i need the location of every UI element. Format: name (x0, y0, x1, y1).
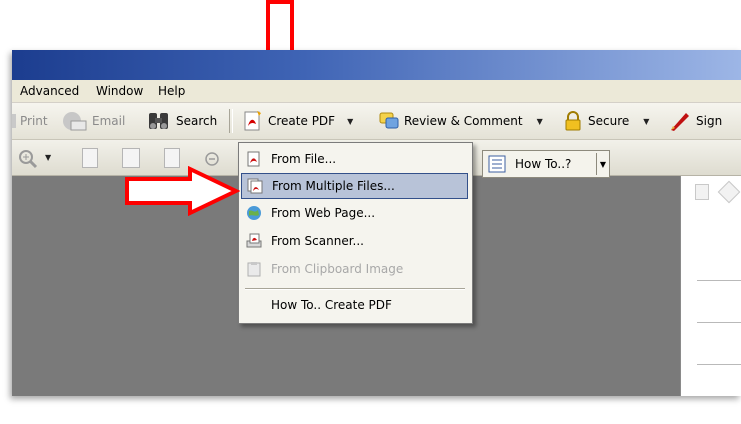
sign-button[interactable]: Sign (668, 110, 722, 132)
from-scanner-icon (245, 233, 263, 249)
from-clipboard-icon (245, 261, 263, 277)
menu-item-label: From Scanner... (271, 234, 364, 248)
zoom-out-icon[interactable] (204, 151, 220, 167)
panel-icon[interactable] (695, 184, 709, 200)
panel-divider (697, 364, 741, 365)
search-button[interactable]: Search (146, 110, 217, 132)
page-icon[interactable] (82, 148, 98, 168)
menu-item-from-clipboard-image: From Clipboard Image (241, 257, 468, 281)
secure-label: Secure (588, 114, 630, 128)
create-pdf-menu: From File... From Multiple Files... From… (238, 142, 473, 324)
menu-item-from-multiple-files[interactable]: From Multiple Files... (241, 173, 468, 199)
menu-item-label: From Multiple Files... (272, 179, 395, 193)
chevron-down-icon[interactable]: ▼ (45, 153, 51, 162)
howto-button[interactable]: How To..? ▼ (482, 150, 610, 178)
from-multiple-files-icon (246, 178, 264, 194)
create-pdf-label: Create PDF (268, 114, 336, 128)
menu-advanced[interactable]: Advanced (20, 84, 79, 98)
red-right-arrow (125, 166, 240, 216)
panel-icon[interactable] (717, 180, 741, 204)
panel-divider (697, 322, 741, 323)
chevron-down-icon[interactable]: ▼ (643, 117, 649, 126)
menu-bar: Advanced Window Help (12, 80, 741, 103)
menu-item-from-file[interactable]: From File... (241, 147, 468, 171)
review-icon (379, 112, 399, 129)
menu-separator (245, 288, 465, 290)
menu-item-label: From Clipboard Image (271, 262, 404, 276)
secure-lock-icon (565, 111, 581, 131)
sign-pen-icon (671, 113, 689, 131)
from-web-page-icon (245, 205, 263, 221)
toolbar-separator (229, 109, 233, 133)
menu-item-howto-create-pdf[interactable]: How To.. Create PDF (241, 293, 468, 317)
zoom-in-icon[interactable] (18, 149, 38, 169)
menu-item-label: From File... (271, 152, 337, 166)
menu-item-label: How To.. Create PDF (271, 298, 392, 312)
print-button[interactable]: Print (12, 110, 48, 132)
right-panel (680, 176, 741, 396)
review-label: Review & Comment (404, 114, 523, 128)
howto-dropdown[interactable]: ▼ (596, 153, 609, 175)
menu-item-from-web-page[interactable]: From Web Page... (241, 201, 468, 225)
chevron-down-icon[interactable]: ▼ (347, 117, 353, 126)
secure-button[interactable]: Secure ▼ (562, 110, 649, 132)
page-icon[interactable] (122, 148, 140, 168)
create-pdf-icon (244, 111, 261, 131)
from-file-icon (245, 151, 263, 167)
search-label: Search (176, 114, 218, 128)
review-comment-button[interactable]: Review & Comment ▼ (378, 110, 543, 132)
menu-window[interactable]: Window (96, 84, 143, 98)
menu-item-icon-spacer (245, 297, 263, 313)
print-label: Print (20, 114, 48, 128)
print-icon (12, 114, 16, 128)
email-icon (63, 112, 87, 131)
search-icon (149, 113, 168, 129)
email-label: Email (92, 114, 126, 128)
menu-item-label: From Web Page... (271, 206, 376, 220)
menu-help[interactable]: Help (158, 84, 185, 98)
page-icon[interactable] (164, 148, 180, 168)
sign-label: Sign (696, 114, 723, 128)
main-toolbar: Print Email Search Create PDF ▼ Review &… (12, 103, 741, 140)
howto-label: How To..? (515, 157, 572, 171)
chevron-down-icon[interactable]: ▼ (537, 117, 543, 126)
title-bar (12, 50, 741, 80)
menu-item-from-scanner[interactable]: From Scanner... (241, 229, 468, 253)
howto-icon (488, 155, 506, 173)
create-pdf-button[interactable]: Create PDF ▼ (242, 110, 353, 132)
email-button[interactable]: Email (62, 110, 125, 132)
panel-divider (697, 280, 741, 281)
